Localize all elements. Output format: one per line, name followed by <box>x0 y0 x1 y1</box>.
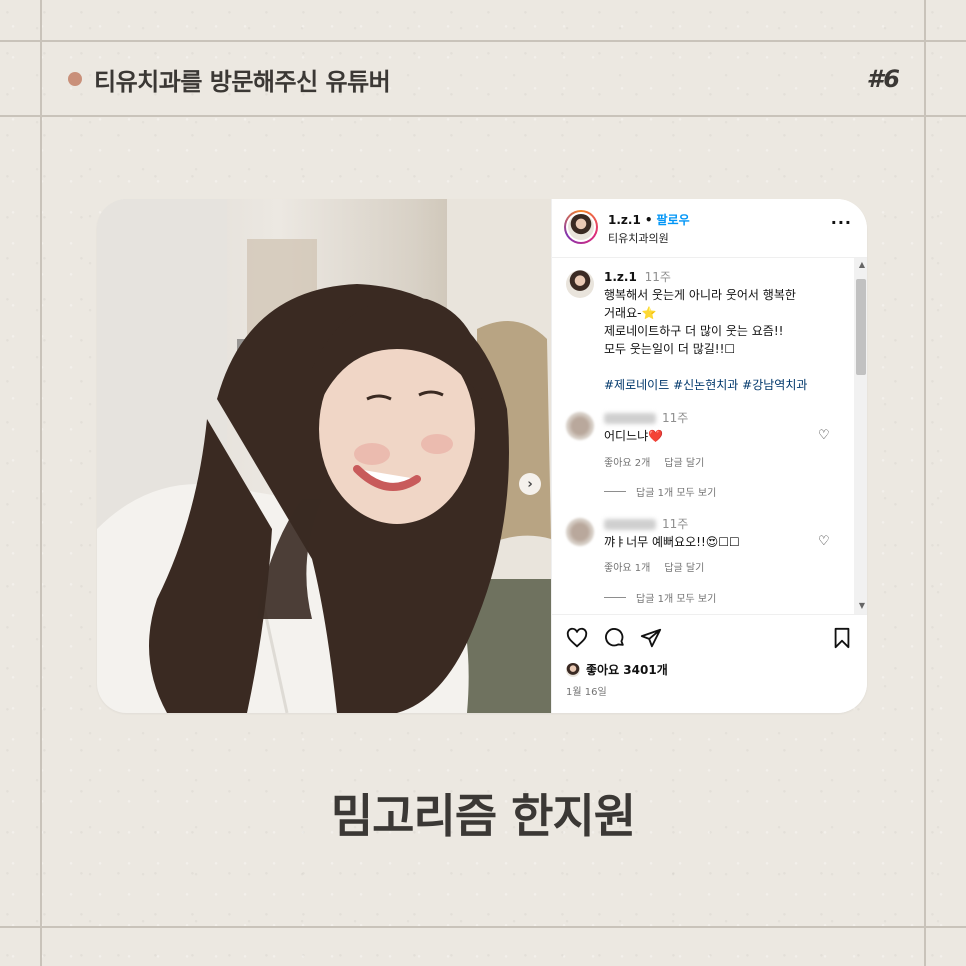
follow-button[interactable]: 팔로우 <box>656 211 689 228</box>
caption-username[interactable]: 1.z.1 <box>604 270 637 284</box>
comment-avatar[interactable] <box>566 518 594 546</box>
caption-hashtags[interactable]: #제로네이트 #신논현치과 #강남역치과 <box>604 376 844 394</box>
view-replies-button[interactable]: 답글 1개 모두 보기 <box>604 484 716 499</box>
post-header: 1.z.1 • 팔로우 티유치과의원 ··· <box>552 199 867 258</box>
comment-text: 꺄ㅑ너무 예뻐요오!!😍☐☐ <box>604 535 740 549</box>
bullet-dot-icon <box>68 72 82 86</box>
scroll-down-arrow-icon[interactable]: ▼ <box>859 601 865 610</box>
episode-number: #6 <box>866 65 900 93</box>
caption-line-1: 행복해서 웃는게 아니라 웃어서 행복한 <box>604 288 796 302</box>
post-photo-illustration <box>97 199 551 713</box>
post-side-panel: 1.z.1 • 팔로우 티유치과의원 ··· 1.z.1 11주 행복해서 웃는… <box>551 199 867 713</box>
comment-likes[interactable]: 좋아요 2개 <box>604 454 650 469</box>
youtuber-name-caption: 밈고리즘 한지원 <box>330 789 636 843</box>
liker-avatar <box>566 662 580 677</box>
bookmark-icon[interactable] <box>832 627 852 654</box>
comment-bubble-icon[interactable] <box>604 627 626 654</box>
comment-likes[interactable]: 좋아요 1개 <box>604 559 650 574</box>
likes-count[interactable]: 좋아요 3401개 <box>566 661 668 678</box>
divider-header-bottom <box>0 115 966 117</box>
reply-button[interactable]: 답글 달기 <box>664 559 704 574</box>
separator-dot: • <box>644 212 653 227</box>
divider-bottom <box>0 926 966 928</box>
divider-top <box>0 40 966 42</box>
comment-like-heart-icon[interactable]: ♡ <box>818 428 830 443</box>
blurred-username <box>604 413 656 424</box>
scrollbar-thumb[interactable] <box>856 279 866 375</box>
caption-line-4: 모두 웃는일이 더 많길!!☐ <box>604 342 736 356</box>
caption-block: 1.z.1 11주 행복해서 웃는게 아니라 웃어서 행복한 거래요-⭐ 제로네… <box>604 268 844 394</box>
location-link[interactable]: 티유치과의원 <box>608 230 669 246</box>
comment-1: 11주 어디느냐❤️ <box>604 409 688 445</box>
comment-like-heart-icon[interactable]: ♡ <box>818 534 830 549</box>
comment-avatar[interactable] <box>566 412 594 440</box>
post-photo[interactable]: › <box>97 199 551 713</box>
view-replies-button[interactable]: 답글 1개 모두 보기 <box>604 590 716 605</box>
caption-line-2: 거래요-⭐ <box>604 306 657 320</box>
more-options-icon[interactable]: ··· <box>831 213 852 232</box>
comment-time: 11주 <box>662 517 689 531</box>
share-send-icon[interactable] <box>640 627 662 654</box>
comment-time: 11주 <box>662 411 689 425</box>
post-header-user: 1.z.1 • 팔로우 <box>608 211 690 228</box>
instagram-post-card: › 1.z.1 • 팔로우 티유치과의원 ··· 1.z.1 11주 행복해서 … <box>97 199 867 713</box>
reply-button[interactable]: 답글 달기 <box>664 454 704 469</box>
comment-meta: 좋아요 1개 답글 달기 <box>604 559 704 574</box>
caption-avatar[interactable] <box>566 270 594 298</box>
post-date: 1월 16일 <box>566 687 607 698</box>
caption-line-3: 제로네이트하구 더 많이 웃는 요즘!! <box>604 324 784 338</box>
comments-list[interactable]: 1.z.1 11주 행복해서 웃는게 아니라 웃어서 행복한 거래요-⭐ 제로네… <box>552 258 852 614</box>
header-title-text: 티유치과를 방문해주신 유튜버 <box>94 67 391 96</box>
likes-count-text: 좋아요 3401개 <box>586 663 668 677</box>
caption-time: 11주 <box>644 270 671 284</box>
like-heart-icon[interactable] <box>566 627 588 654</box>
comment-2: 11주 꺄ㅑ너무 예뻐요오!!😍☐☐ <box>604 515 740 551</box>
scroll-up-arrow-icon[interactable]: ▲ <box>859 260 865 269</box>
next-image-chevron-icon[interactable]: › <box>519 473 541 495</box>
blurred-username <box>604 519 656 530</box>
post-actions: 좋아요 3401개 1월 16일 <box>552 614 867 713</box>
comment-text: 어디느냐❤️ <box>604 429 664 443</box>
comment-meta: 좋아요 2개 답글 달기 <box>604 454 704 469</box>
profile-avatar[interactable] <box>564 210 598 244</box>
header-title: 티유치과를 방문해주신 유튜버 <box>68 62 391 96</box>
view-replies-label: 답글 1개 모두 보기 <box>636 488 717 499</box>
username-link[interactable]: 1.z.1 <box>608 213 641 227</box>
view-replies-label: 답글 1개 모두 보기 <box>636 594 717 605</box>
